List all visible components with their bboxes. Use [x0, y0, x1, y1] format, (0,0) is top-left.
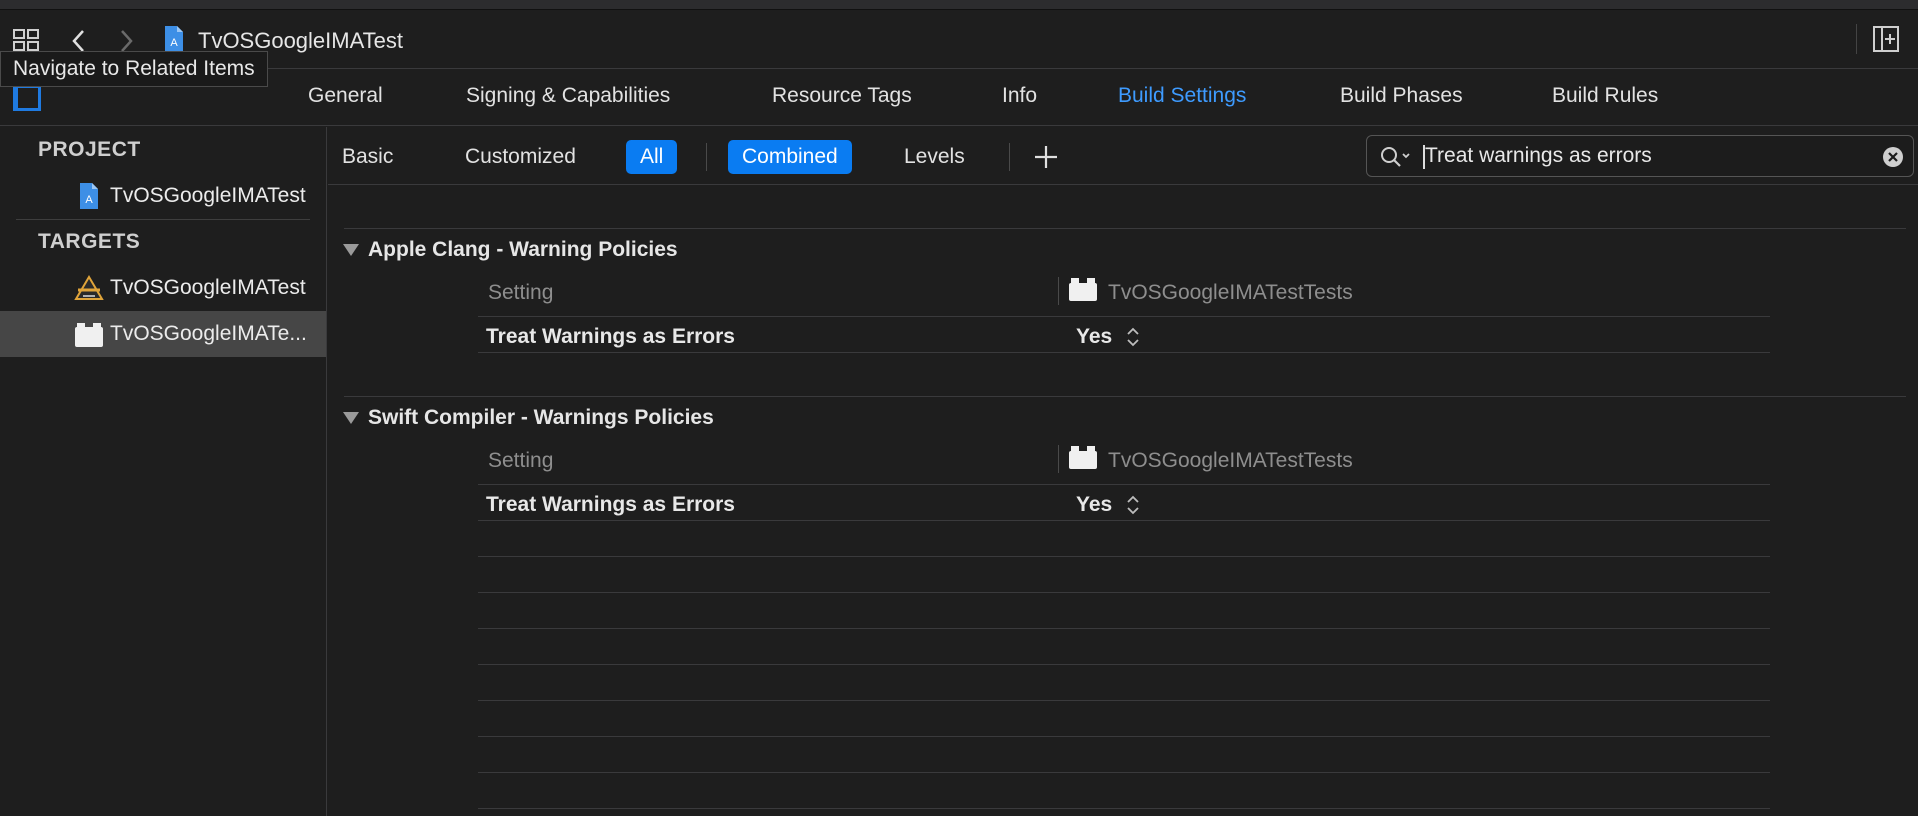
- row-divider: [478, 772, 1770, 773]
- sidebar-divider: [16, 219, 310, 220]
- setting-column-header: Setting: [488, 281, 554, 304]
- add-editor-icon[interactable]: [1872, 25, 1900, 53]
- tab-build-phases[interactable]: Build Phases: [1340, 84, 1463, 108]
- section-divider: [344, 396, 1906, 397]
- test-bundle-icon: [75, 323, 103, 347]
- sidebar-item-project[interactable]: A TvOSGoogleIMATest: [0, 173, 326, 219]
- xcode-project-file-icon: A: [165, 26, 183, 52]
- setting-value[interactable]: Yes: [1076, 493, 1112, 517]
- build-settings-list: Apple Clang - Warning Policies Setting T…: [328, 186, 1918, 816]
- row-divider: [478, 592, 1770, 593]
- setting-name-treat-warnings-as-errors[interactable]: Treat Warnings as Errors: [486, 325, 735, 349]
- filter-divider: [706, 143, 707, 171]
- filter-customized-button[interactable]: Customized: [451, 140, 590, 174]
- row-divider: [478, 736, 1770, 737]
- target-column-header: TvOSGoogleIMATestTests: [1108, 281, 1353, 304]
- row-divider: [478, 520, 1770, 521]
- disclosure-triangle-icon[interactable]: [342, 243, 360, 257]
- build-settings-search-field[interactable]: [1366, 135, 1914, 177]
- popup-stepper-icon[interactable]: [1126, 494, 1140, 516]
- xcode-project-file-icon: A: [80, 183, 98, 209]
- search-icon[interactable]: [1379, 145, 1413, 169]
- target-column-header: TvOSGoogleIMATestTests: [1108, 449, 1353, 472]
- column-divider: [1058, 277, 1059, 305]
- add-build-setting-icon[interactable]: [1032, 143, 1060, 171]
- setting-name-treat-warnings-as-errors[interactable]: Treat Warnings as Errors: [486, 493, 735, 517]
- build-settings-filter-bar: Basic Customized All Combined Levels: [328, 127, 1918, 185]
- tab-build-settings[interactable]: Build Settings: [1118, 84, 1246, 108]
- view-combined-button[interactable]: Combined: [728, 140, 852, 174]
- row-divider: [478, 700, 1770, 701]
- section-title[interactable]: Swift Compiler - Warnings Policies: [368, 406, 714, 430]
- disclosure-triangle-icon[interactable]: [342, 411, 360, 425]
- row-divider: [478, 664, 1770, 665]
- xcode-window: A TvOSGoogleIMATest General Signing & Ca…: [0, 0, 1918, 816]
- section-title[interactable]: Apple Clang - Warning Policies: [368, 238, 678, 262]
- jump-bar: A TvOSGoogleIMATest: [0, 10, 1918, 69]
- project-target-sidebar: PROJECT A TvOSGoogleIMATest TARGETS TvOS…: [0, 127, 327, 816]
- section-divider: [344, 228, 1906, 229]
- search-input[interactable]: [1425, 141, 1865, 171]
- editor-tab-bar: General Signing & Capabilities Resource …: [0, 70, 1918, 126]
- column-divider: [1058, 445, 1059, 473]
- sidebar-toggle-icon[interactable]: [13, 85, 41, 111]
- row-divider: [478, 556, 1770, 557]
- row-divider: [478, 316, 1770, 317]
- filter-divider: [1009, 143, 1010, 171]
- popup-stepper-icon[interactable]: [1126, 326, 1140, 348]
- filter-all-button[interactable]: All: [626, 140, 678, 174]
- sidebar-item-test-target[interactable]: TvOSGoogleIMATe...: [0, 311, 326, 357]
- targets-section-header: TARGETS: [38, 230, 141, 253]
- tab-build-rules[interactable]: Build Rules: [1552, 84, 1658, 108]
- row-divider: [478, 628, 1770, 629]
- tab-resource-tags[interactable]: Resource Tags: [772, 84, 912, 108]
- test-bundle-icon: [1069, 278, 1097, 301]
- setting-column-header: Setting: [488, 449, 554, 472]
- view-levels-button[interactable]: Levels: [890, 140, 979, 174]
- row-divider: [478, 484, 1770, 485]
- tab-info[interactable]: Info: [1002, 84, 1037, 108]
- row-divider: [478, 808, 1770, 809]
- sidebar-item-label: TvOSGoogleIMATest: [110, 184, 306, 207]
- clear-search-icon[interactable]: [1882, 146, 1904, 168]
- test-bundle-icon: [1069, 446, 1097, 469]
- row-divider: [478, 352, 1770, 353]
- tab-signing-capabilities[interactable]: Signing & Capabilities: [466, 84, 670, 108]
- project-section-header: PROJECT: [38, 138, 141, 161]
- setting-value[interactable]: Yes: [1076, 325, 1112, 349]
- svg-text:A: A: [85, 194, 93, 206]
- tab-general[interactable]: General: [308, 84, 383, 108]
- svg-text:A: A: [170, 37, 178, 49]
- app-target-icon: [74, 275, 104, 300]
- sidebar-item-label: TvOSGoogleIMATe...: [110, 322, 307, 345]
- filter-basic-button[interactable]: Basic: [328, 140, 407, 174]
- sidebar-item-label: TvOSGoogleIMATest: [110, 276, 306, 299]
- tooltip: Navigate to Related Items: [0, 51, 268, 87]
- sidebar-item-app-target[interactable]: TvOSGoogleIMATest: [0, 265, 326, 311]
- window-top-strip: [0, 0, 1918, 10]
- jump-bar-divider: [1856, 24, 1857, 54]
